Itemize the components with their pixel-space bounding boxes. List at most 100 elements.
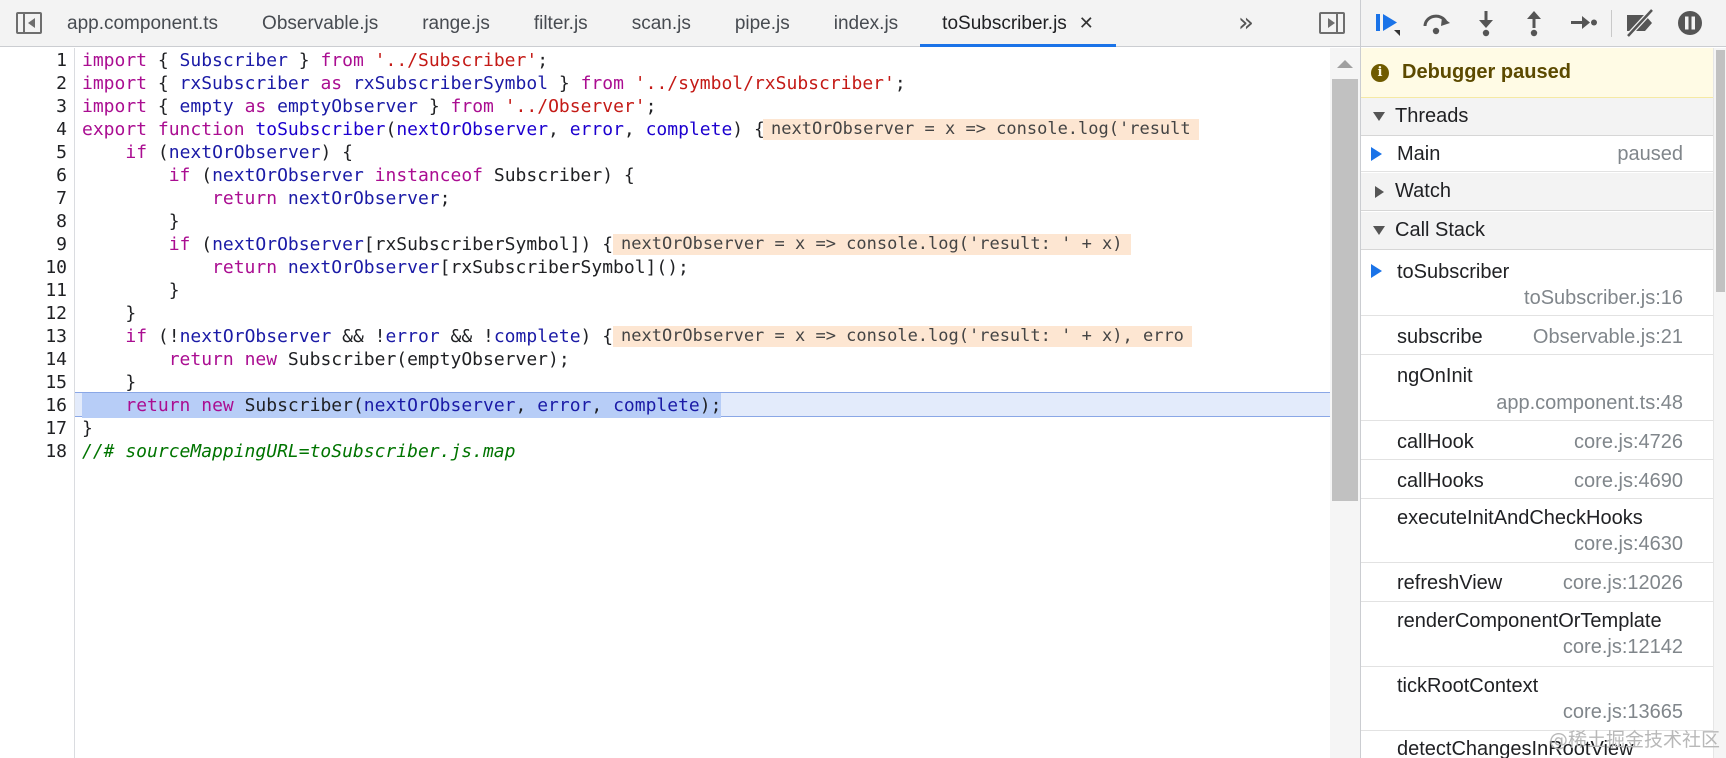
call-frame-subscribe[interactable]: subscribe Observable.js:21 xyxy=(1361,317,1713,355)
frame-function-name: renderComponentOrTemplate xyxy=(1397,610,1662,632)
step-over-icon xyxy=(1423,14,1450,35)
expanded-triangle-icon xyxy=(1373,112,1385,121)
tab-app-component-ts[interactable]: app.component.ts xyxy=(45,0,240,47)
frame-location[interactable]: app.component.ts:48 xyxy=(1496,392,1683,415)
info-icon: i xyxy=(1371,63,1389,82)
line-number[interactable]: 16 xyxy=(45,393,67,418)
thread-main[interactable]: Main paused xyxy=(1361,137,1713,172)
pause-on-exceptions-icon xyxy=(1678,11,1702,35)
tab-filter-js[interactable]: filter.js xyxy=(512,0,610,47)
code-line: return new Subscriber(emptyObserver); xyxy=(168,349,570,370)
line-number[interactable]: 11 xyxy=(45,278,67,303)
line-number-gutter[interactable]: 1 2 3 4 5 6 7 8 9 10 11 12 13 14 15 16 1… xyxy=(0,48,75,758)
step-button[interactable] xyxy=(1566,7,1600,39)
call-frame-executeinitandcheckhooks[interactable]: executeInitAndCheckHooks core.js:4630 xyxy=(1361,500,1713,563)
frame-function-name: tickRootContext xyxy=(1397,675,1539,697)
frame-location[interactable]: Observable.js:21 xyxy=(1533,326,1683,349)
show-navigator-icon xyxy=(16,12,42,34)
line-number[interactable]: 8 xyxy=(56,209,67,234)
line-number[interactable]: 17 xyxy=(45,416,67,441)
step-into-button[interactable] xyxy=(1469,7,1503,39)
inline-variable-value[interactable]: nextOrObserver = x => console.log('resul… xyxy=(613,326,1192,347)
call-frame-tickrootcontext[interactable]: tickRootContext core.js:13665 xyxy=(1361,668,1713,731)
debugger-sidebar: i Debugger paused Threads Main paused Wa… xyxy=(1361,0,1726,758)
tab-pipe-js[interactable]: pipe.js xyxy=(713,0,812,47)
tab-index-js[interactable]: index.js xyxy=(812,0,920,47)
line-number[interactable]: 2 xyxy=(56,71,67,96)
tab-range-js[interactable]: range.js xyxy=(400,0,512,47)
inline-variable-value[interactable]: nextOrObserver = x => console.log('resul… xyxy=(763,119,1199,140)
line-number[interactable]: 3 xyxy=(56,94,67,119)
code-line: if (nextOrObserver instanceof Subscriber… xyxy=(168,165,635,186)
step-out-icon xyxy=(1527,11,1541,37)
tab-scan-js[interactable]: scan.js xyxy=(610,0,713,47)
debugger-toolbar xyxy=(1361,0,1726,47)
call-frame-tosubscriber[interactable]: toSubscriber toSubscriber.js:16 xyxy=(1361,251,1713,316)
line-number[interactable]: 1 xyxy=(56,48,67,73)
toolbar-separator xyxy=(1611,10,1612,37)
call-stack-section-header[interactable]: Call Stack xyxy=(1361,212,1713,250)
code-line: } xyxy=(82,211,180,232)
call-frame-callhook[interactable]: callHook core.js:4726 xyxy=(1361,422,1713,460)
call-frame-callhooks[interactable]: callHooks core.js:4690 xyxy=(1361,461,1713,499)
frame-location[interactable]: core.js:12026 xyxy=(1563,572,1683,595)
code-content[interactable]: import { Subscriber } from '../Subscribe… xyxy=(75,48,1330,758)
deactivate-breakpoints-button[interactable] xyxy=(1623,7,1657,39)
line-number[interactable]: 9 xyxy=(56,232,67,257)
threads-section-header[interactable]: Threads xyxy=(1361,98,1713,136)
line-number[interactable]: 4 xyxy=(56,117,67,142)
step-over-button[interactable] xyxy=(1419,7,1453,39)
toggle-debugger-sidebar-button[interactable] xyxy=(1317,9,1347,37)
more-tabs-chevron-icon[interactable]: » xyxy=(1233,6,1259,40)
inline-variable-value[interactable]: nextOrObserver = x => console.log('resul… xyxy=(613,234,1131,255)
code-line: if (nextOrObserver[rxSubscriberSymbol]) … xyxy=(75,232,1330,257)
frame-location[interactable]: core.js:4630 xyxy=(1574,533,1683,556)
resume-icon xyxy=(1376,14,1400,36)
line-number[interactable]: 18 xyxy=(45,439,67,464)
editor-tabs: app.component.ts Observable.js range.js … xyxy=(45,0,1116,47)
frame-function-name: refreshView xyxy=(1397,572,1503,594)
frame-location[interactable]: core.js:4690 xyxy=(1574,470,1683,493)
line-number[interactable]: 15 xyxy=(45,370,67,395)
close-tab-icon[interactable]: ✕ xyxy=(1079,13,1094,34)
code-line: } xyxy=(82,280,180,301)
line-number[interactable]: 6 xyxy=(56,163,67,188)
frame-location[interactable]: toSubscriber.js:16 xyxy=(1524,287,1683,310)
frame-function-name: executeInitAndCheckHooks xyxy=(1397,507,1643,529)
tab-tosubscriber-js[interactable]: toSubscriber.js ✕ xyxy=(920,0,1116,47)
sidebar-scrollbar[interactable] xyxy=(1713,48,1726,758)
frame-location[interactable]: core.js:13665 xyxy=(1563,701,1683,724)
resume-button[interactable] xyxy=(1371,7,1405,39)
code-line: } xyxy=(82,303,137,324)
code-line: } xyxy=(82,418,93,439)
code-line: if (!nextOrObserver && !error && !comple… xyxy=(75,324,1330,349)
pause-on-exceptions-button[interactable] xyxy=(1673,7,1707,39)
editor-scrollbar-thumb[interactable] xyxy=(1332,79,1358,501)
line-number[interactable]: 13 xyxy=(45,324,67,349)
call-frame-rendercomponentortemplate[interactable]: renderComponentOrTemplate core.js:12142 xyxy=(1361,603,1713,667)
code-line: export function toSubscriber(nextOrObser… xyxy=(75,117,1330,142)
sidebar-scrollbar-thumb[interactable] xyxy=(1716,50,1725,292)
watch-section-header[interactable]: Watch xyxy=(1361,173,1713,211)
hide-debugger-icon xyxy=(1319,12,1345,34)
editor-scrollbar[interactable] xyxy=(1330,48,1360,758)
expanded-triangle-icon xyxy=(1373,226,1385,235)
frame-function-name: callHooks xyxy=(1397,470,1484,492)
code-editor[interactable]: 1 2 3 4 5 6 7 8 9 10 11 12 13 14 15 16 1… xyxy=(0,48,1330,758)
line-number[interactable]: 14 xyxy=(45,347,67,372)
step-into-icon xyxy=(1479,11,1493,37)
frame-location[interactable]: core.js:12142 xyxy=(1563,636,1683,659)
scroll-up-arrow-icon[interactable] xyxy=(1337,60,1353,68)
call-frame-ngoninit[interactable]: ngOnInit app.component.ts:48 xyxy=(1361,356,1713,421)
line-number[interactable]: 5 xyxy=(56,140,67,165)
toggle-navigator-button[interactable] xyxy=(14,9,44,37)
tab-observable-js[interactable]: Observable.js xyxy=(240,0,400,47)
line-number[interactable]: 10 xyxy=(45,255,67,280)
deactivate-breakpoints-icon xyxy=(1626,8,1654,38)
call-frame-refreshview[interactable]: refreshView core.js:12026 xyxy=(1361,564,1713,602)
line-number[interactable]: 12 xyxy=(45,301,67,326)
line-number[interactable]: 7 xyxy=(56,186,67,211)
frame-location[interactable]: core.js:4726 xyxy=(1574,431,1683,454)
current-frame-arrow-icon xyxy=(1371,264,1382,278)
step-out-button[interactable] xyxy=(1517,7,1551,39)
